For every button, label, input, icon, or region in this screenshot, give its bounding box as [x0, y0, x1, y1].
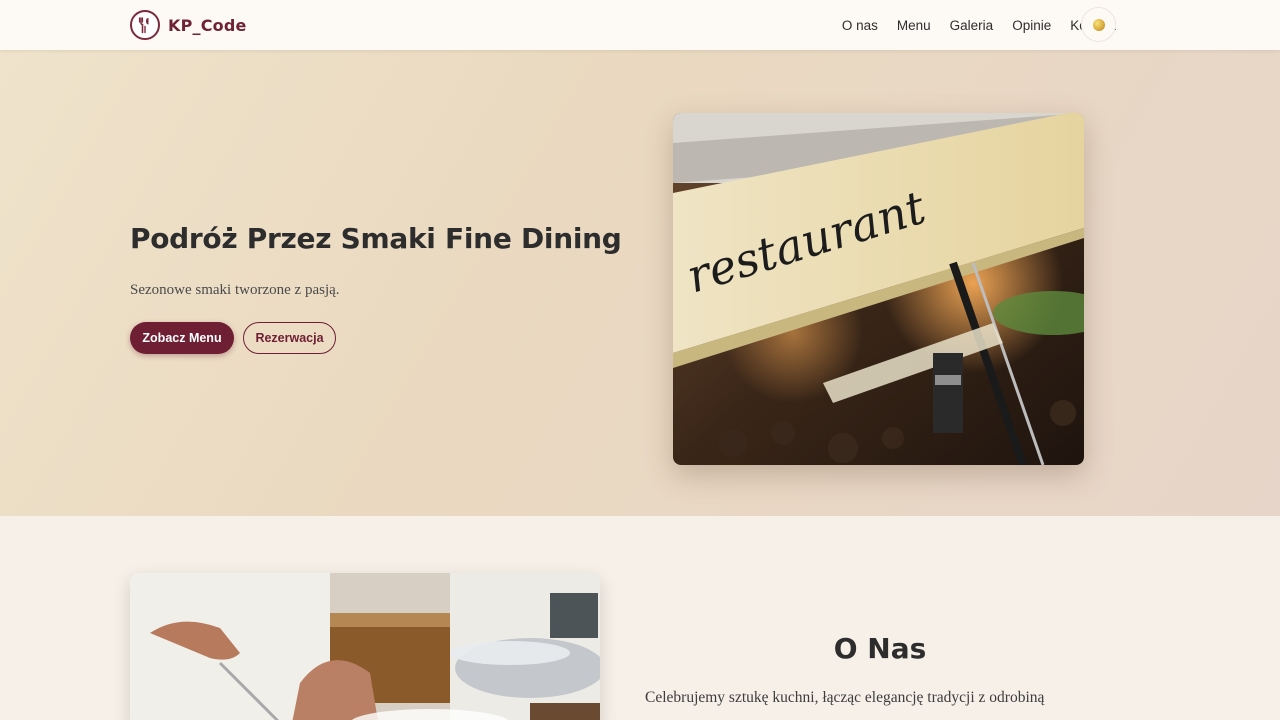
brand-link[interactable]: KP_Code	[130, 10, 247, 40]
nav-link-galeria[interactable]: Galeria	[950, 18, 994, 33]
hero-section: Podróż Przez Smaki Fine Dining Sezonowe …	[0, 50, 1280, 516]
about-text: Celebrujemy sztukę kuchni, łącząc elegan…	[645, 689, 1045, 706]
nav-link-o-nas[interactable]: O nas	[842, 18, 878, 33]
reservation-button[interactable]: Rezerwacja	[243, 322, 336, 354]
site-header: KP_Code O nas Menu Galeria Opinie Kontac…	[0, 0, 1280, 50]
about-chef-image	[130, 573, 600, 720]
fork-knife-icon	[130, 10, 160, 40]
theme-toggle-icon	[1092, 18, 1105, 31]
about-title: O Nas	[833, 632, 927, 665]
view-menu-button[interactable]: Zobacz Menu	[130, 322, 234, 354]
brand-name: KP_Code	[168, 15, 247, 35]
about-section: O Nas Celebrujemy sztukę kuchni, łącząc …	[0, 516, 1280, 720]
hero-title: Podróż Przez Smaki Fine Dining	[130, 222, 622, 255]
hero-restaurant-image: restaurant	[673, 113, 1084, 465]
main-nav: O nas Menu Galeria Opinie Kontact	[842, 0, 1116, 50]
nav-link-menu[interactable]: Menu	[897, 18, 931, 33]
nav-link-opinie[interactable]: Opinie	[1012, 18, 1051, 33]
theme-toggle-button[interactable]	[1081, 7, 1116, 42]
hero-subtitle: Sezonowe smaki tworzone z pasją.	[130, 282, 340, 298]
